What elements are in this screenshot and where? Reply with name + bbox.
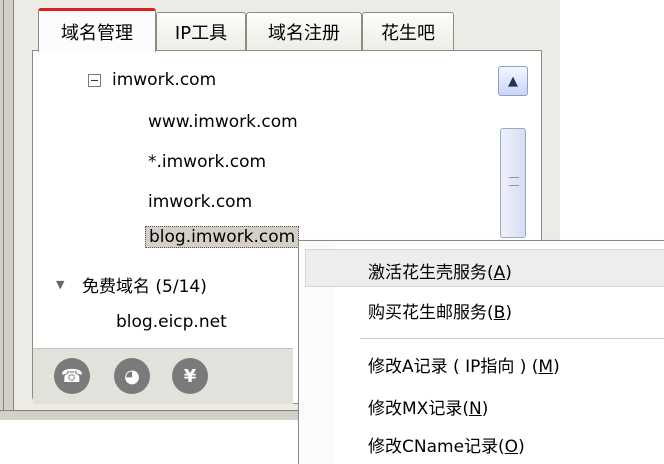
tab-label: 花生吧	[381, 22, 435, 44]
menu-item-buy-mail[interactable]: 购买花生邮服务(B)	[368, 298, 512, 323]
tree-item-blog-selected[interactable]: blog.imwork.com	[145, 226, 300, 248]
tab-label: IP工具	[174, 22, 228, 44]
group-expand-icon[interactable]: ▼	[56, 278, 64, 291]
menu-item-shortcut: A	[493, 263, 506, 283]
window-left-border	[0, 0, 14, 420]
menu-item-label: 激活花生壳服务	[368, 263, 487, 283]
tab-domain-management[interactable]: 域名管理	[38, 8, 156, 52]
menu-item-activate-oray[interactable]: 激活花生壳服务(A)	[368, 258, 512, 283]
tree-root-domain[interactable]: imwork.com	[112, 70, 216, 90]
tab-huashengba[interactable]: 花生吧	[362, 12, 454, 50]
scroll-up-button[interactable]: ▲	[498, 66, 528, 96]
menu-item-label: 修改A记录 ( IP指向 )	[368, 357, 527, 377]
money-icon[interactable]: ¥	[172, 358, 208, 394]
menu-item-edit-cname-record[interactable]: 修改CName记录(O)	[368, 432, 525, 457]
tab-ip-tools[interactable]: IP工具	[156, 12, 246, 50]
tree-item-www[interactable]: www.imwork.com	[148, 112, 298, 132]
tab-label: 域名注册	[268, 22, 340, 44]
menu-item-label: 修改MX记录	[368, 399, 463, 419]
menu-item-edit-a-record[interactable]: 修改A记录 ( IP指向 ) (M)	[368, 352, 560, 377]
tree-item-eicp[interactable]: blog.eicp.net	[116, 312, 227, 332]
menu-item-label: 购买花生邮服务	[368, 303, 487, 323]
phone-icon[interactable]: ☎	[54, 358, 90, 394]
tab-label: 域名管理	[61, 22, 133, 44]
chat-icon[interactable]: ◕	[114, 358, 150, 394]
tree-group-free-domains[interactable]: 免费域名 (5/14)	[82, 272, 207, 297]
menu-item-shortcut: M	[538, 357, 554, 377]
tree-item-wildcard[interactable]: *.imwork.com	[148, 152, 266, 172]
menu-item-edit-mx-record[interactable]: 修改MX记录(N)	[368, 394, 488, 419]
tab-domain-register[interactable]: 域名注册	[246, 12, 362, 50]
scroll-thumb[interactable]	[500, 128, 526, 238]
menu-item-shortcut: N	[468, 399, 482, 419]
menu-item-label: 修改CName记录	[368, 437, 499, 457]
tree-item-root[interactable]: imwork.com	[148, 192, 252, 212]
menu-separator	[360, 338, 664, 339]
menu-item-shortcut: O	[504, 437, 519, 457]
collapse-icon[interactable]	[88, 74, 101, 87]
menu-item-shortcut: B	[493, 303, 506, 323]
